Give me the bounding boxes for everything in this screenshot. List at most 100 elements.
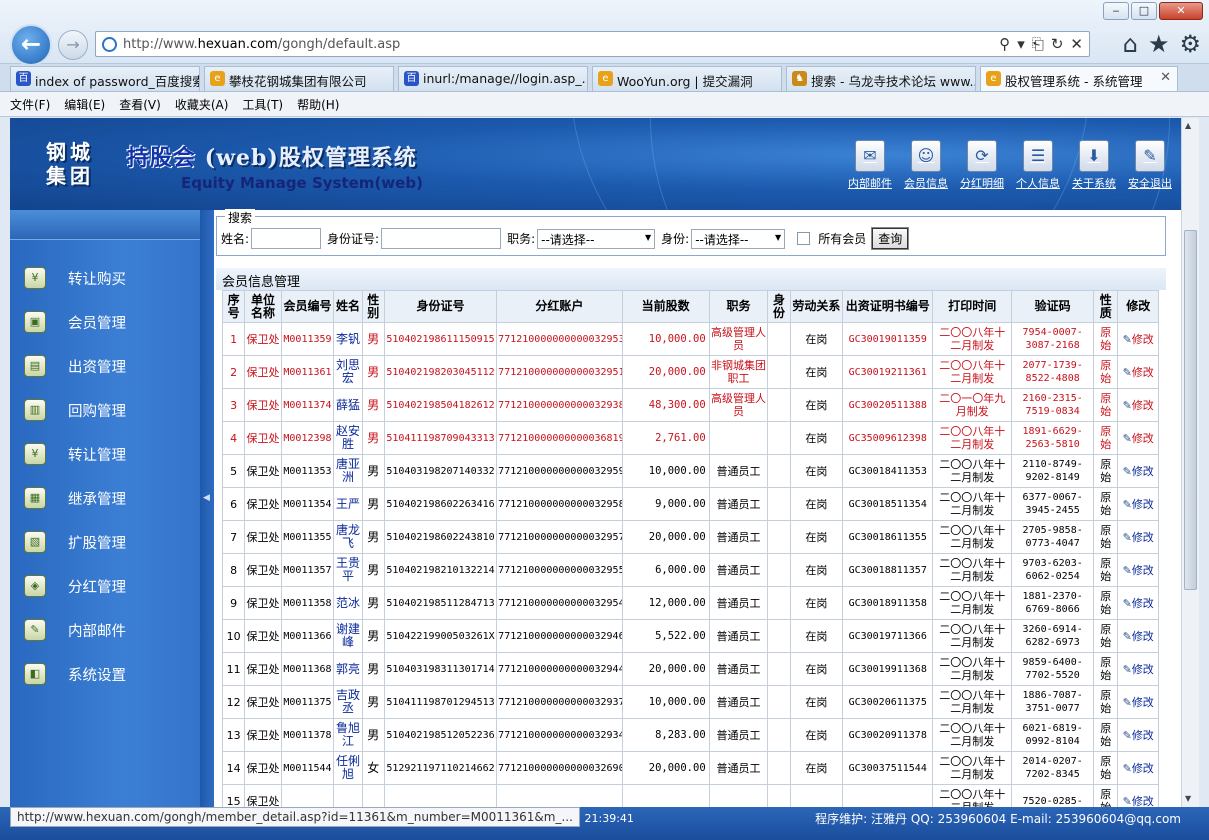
menu-item[interactable]: 收藏夹(A) <box>175 96 229 113</box>
edit-pencil-icon[interactable]: ✎ <box>1123 597 1132 610</box>
header-link-6[interactable]: ✎ 安全退出 <box>1127 140 1173 191</box>
sidebar-item[interactable]: ▧ 扩股管理 <box>24 527 194 557</box>
browser-tab[interactable]: e 攀枝花钢城集团有限公司 <box>204 66 394 91</box>
name-cell[interactable]: 任俐旭 <box>333 751 363 785</box>
name-cell[interactable]: 刘思宏 <box>333 355 363 389</box>
sidebar-item[interactable]: ¥ 转让购买 <box>24 263 194 293</box>
menu-item[interactable]: 文件(F) <box>10 96 50 113</box>
edit-link[interactable]: 修改 <box>1132 729 1154 742</box>
name-cell[interactable]: 郭亮 <box>333 652 363 686</box>
name-cell[interactable]: 唐龙飞 <box>333 520 363 554</box>
edit-cell[interactable]: ✎修改 <box>1117 619 1159 653</box>
edit-pencil-icon[interactable]: ✎ <box>1123 630 1132 643</box>
page-scrollbar[interactable]: ▲ ▼ <box>1181 118 1199 807</box>
name-cell[interactable]: 唐亚洲 <box>333 454 363 488</box>
dropdown-icon[interactable]: ▾ <box>1017 35 1025 53</box>
tab-close-icon[interactable]: ✕ <box>1160 70 1171 85</box>
edit-link[interactable]: 修改 <box>1132 333 1154 346</box>
edit-pencil-icon[interactable]: ✎ <box>1123 432 1132 445</box>
sidebar-collapse-splitter[interactable]: ◀ <box>200 210 214 807</box>
header-link-5[interactable]: ⬇ 关于系统 <box>1071 140 1117 191</box>
edit-pencil-icon[interactable]: ✎ <box>1123 663 1132 676</box>
refresh-icon[interactable]: ↻ <box>1051 35 1064 53</box>
edit-pencil-icon[interactable]: ✎ <box>1123 531 1132 544</box>
edit-link[interactable]: 修改 <box>1132 366 1154 379</box>
menu-item[interactable]: 查看(V) <box>119 96 161 113</box>
edit-cell[interactable]: ✎修改 <box>1117 421 1159 455</box>
name-cell[interactable]: 李钒 <box>333 322 363 356</box>
query-button[interactable]: 查询 <box>871 227 910 250</box>
edit-link[interactable]: 修改 <box>1132 432 1154 445</box>
scrollbar-thumb[interactable] <box>1184 230 1197 590</box>
sidebar-item[interactable]: ▦ 继承管理 <box>24 483 194 513</box>
browser-tab[interactable]: 百 inurl:/manage//login.asp_... <box>398 66 588 91</box>
edit-pencil-icon[interactable]: ✎ <box>1123 399 1132 412</box>
edit-cell[interactable]: ✎修改 <box>1117 784 1159 808</box>
sidebar-item[interactable]: ✎ 内部邮件 <box>24 615 194 645</box>
edit-pencil-icon[interactable]: ✎ <box>1123 762 1132 775</box>
sidebar-item[interactable]: ▥ 回购管理 <box>24 395 194 425</box>
name-cell[interactable]: 薛猛 <box>333 388 363 422</box>
edit-cell[interactable]: ✎修改 <box>1117 388 1159 422</box>
home-icon[interactable]: ⌂ <box>1123 30 1138 58</box>
sidebar-item[interactable]: ◈ 分红管理 <box>24 571 194 601</box>
browser-tab[interactable]: e 股权管理系统 - 系统管理 ✕ <box>980 66 1178 91</box>
edit-link[interactable]: 修改 <box>1132 696 1154 709</box>
header-link-2[interactable]: ☺ 会员信息 <box>903 140 949 191</box>
name-cell[interactable]: 范冰 <box>333 586 363 620</box>
browser-tab[interactable]: ♞ 搜索 - 乌龙寺技术论坛 www.... <box>786 66 976 91</box>
edit-link[interactable]: 修改 <box>1132 531 1154 544</box>
edit-cell[interactable]: ✎修改 <box>1117 520 1159 554</box>
name-cell[interactable]: 赵安胜 <box>333 421 363 455</box>
name-cell[interactable]: 王严 <box>333 487 363 521</box>
header-link-4[interactable]: ☰ 个人信息 <box>1015 140 1061 191</box>
maximize-button[interactable]: □ <box>1131 2 1157 20</box>
edit-pencil-icon[interactable]: ✎ <box>1123 498 1132 511</box>
stop-icon[interactable]: ✕ <box>1070 35 1083 53</box>
settings-gear-icon[interactable]: ⚙ <box>1179 30 1201 58</box>
edit-cell[interactable]: ✎修改 <box>1117 586 1159 620</box>
edit-pencil-icon[interactable]: ✎ <box>1123 333 1132 346</box>
edit-link[interactable]: 修改 <box>1132 465 1154 478</box>
name-cell[interactable]: 吉政丞 <box>333 685 363 719</box>
edit-pencil-icon[interactable]: ✎ <box>1123 729 1132 742</box>
browser-tab[interactable]: e WooYun.org | 提交漏洞 <box>592 66 782 91</box>
edit-cell[interactable]: ✎修改 <box>1117 322 1159 356</box>
compat-view-icon[interactable]: ⎗ <box>1032 35 1044 53</box>
edit-pencil-icon[interactable]: ✎ <box>1123 795 1132 808</box>
duty-select[interactable]: --请选择-- <box>537 228 656 249</box>
edit-cell[interactable]: ✎修改 <box>1117 751 1159 785</box>
edit-cell[interactable]: ✎修改 <box>1117 487 1159 521</box>
edit-link[interactable]: 修改 <box>1132 795 1154 808</box>
back-button[interactable]: ← <box>10 24 52 66</box>
scroll-down-icon[interactable]: ▼ <box>1185 794 1191 803</box>
edit-pencil-icon[interactable]: ✎ <box>1123 696 1132 709</box>
edit-cell[interactable]: ✎修改 <box>1117 454 1159 488</box>
header-link-1[interactable]: ✉ 内部邮件 <box>847 140 893 191</box>
id-number-input[interactable] <box>381 228 502 249</box>
address-bar[interactable]: http://www.hexuan.com/gongh/default.asp … <box>95 31 1090 57</box>
edit-link[interactable]: 修改 <box>1132 630 1154 643</box>
edit-cell[interactable]: ✎修改 <box>1117 355 1159 389</box>
name-cell[interactable] <box>333 784 363 807</box>
edit-cell[interactable]: ✎修改 <box>1117 553 1159 587</box>
edit-cell[interactable]: ✎修改 <box>1117 685 1159 719</box>
address-url[interactable]: http://www.hexuan.com/gongh/default.asp <box>123 37 400 52</box>
close-window-button[interactable]: ✕ <box>1159 2 1203 20</box>
edit-link[interactable]: 修改 <box>1132 498 1154 511</box>
edit-link[interactable]: 修改 <box>1132 663 1154 676</box>
menu-item[interactable]: 帮助(H) <box>297 96 339 113</box>
header-link-3[interactable]: ⟳ 分红明细 <box>959 140 1005 191</box>
edit-cell[interactable]: ✎修改 <box>1117 652 1159 686</box>
edit-pencil-icon[interactable]: ✎ <box>1123 366 1132 379</box>
menu-item[interactable]: 编辑(E) <box>64 96 105 113</box>
search-icon[interactable]: ⚲ <box>999 35 1010 53</box>
scroll-up-icon[interactable]: ▲ <box>1185 121 1191 130</box>
edit-link[interactable]: 修改 <box>1132 399 1154 412</box>
edit-link[interactable]: 修改 <box>1132 597 1154 610</box>
edit-cell[interactable]: ✎修改 <box>1117 718 1159 752</box>
identity-select[interactable]: --请选择-- <box>691 228 786 249</box>
edit-pencil-icon[interactable]: ✎ <box>1123 564 1132 577</box>
forward-button[interactable]: → <box>58 30 88 60</box>
favorites-star-icon[interactable]: ★ <box>1148 30 1170 58</box>
